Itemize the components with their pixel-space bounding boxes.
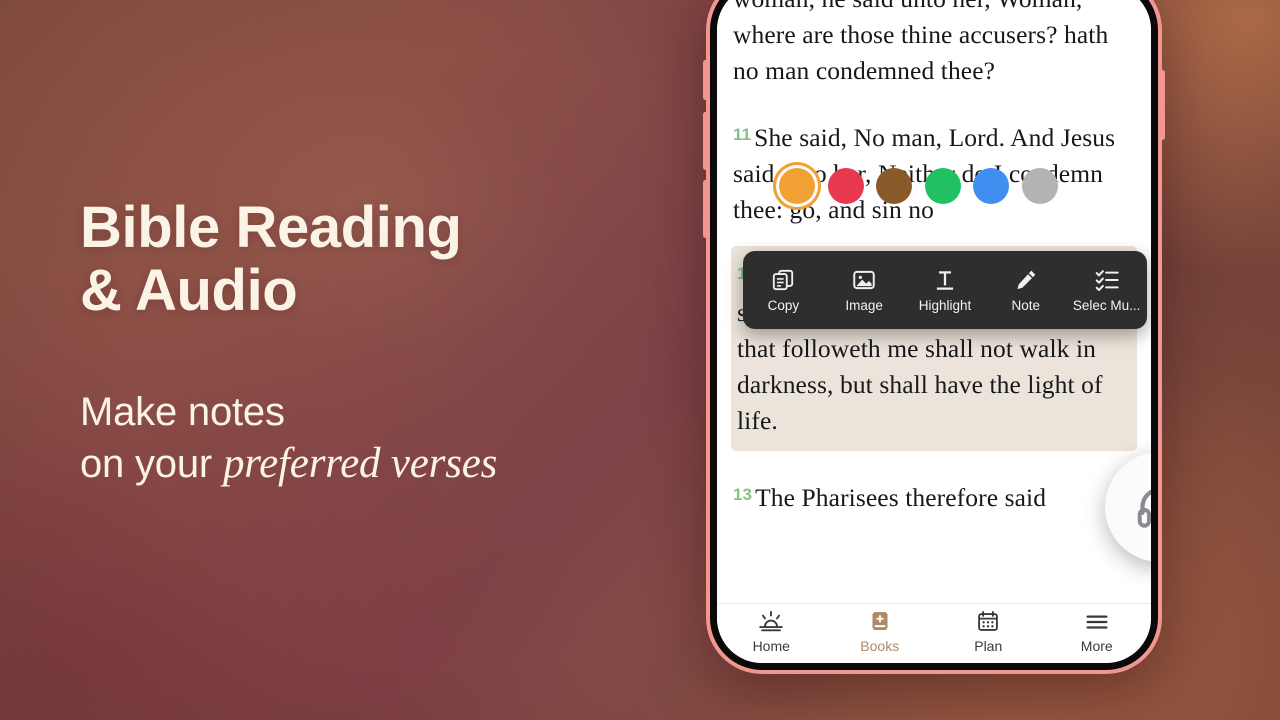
verse-text: The Pharisees therefore said (755, 483, 1047, 512)
power-button[interactable] (1160, 70, 1165, 140)
checklist-icon (1095, 270, 1119, 292)
pencil-icon (1017, 270, 1036, 290)
promo-subtitle-line1: Make notes (80, 390, 285, 435)
nav-label: Books (860, 638, 900, 654)
highlight-swatch-gray[interactable] (1021, 168, 1058, 204)
highlight-swatch-brown[interactable] (876, 168, 912, 204)
sunrise-icon (759, 610, 783, 632)
phone-mockup: woman, he said unto her, Woman, where ar… (703, 0, 1165, 674)
calendar-icon (978, 610, 999, 631)
highlight-swatch-orange[interactable] (779, 168, 815, 204)
menu-icon (1086, 615, 1108, 629)
text-highlight-icon (936, 271, 954, 290)
verse-number: 11 (733, 125, 752, 144)
highlight-swatch-green[interactable] (924, 168, 961, 204)
highlight-color-picker[interactable] (779, 168, 1058, 204)
book-plus-icon (872, 612, 888, 630)
context-action-note[interactable]: Note (985, 267, 1066, 313)
nav-label: More (1080, 638, 1113, 654)
volume-down-button[interactable] (703, 112, 708, 170)
headphones-icon (1137, 489, 1151, 528)
context-action-label: Copy (767, 298, 800, 313)
highlight-swatch-blue[interactable] (973, 168, 1009, 204)
nav-item-plan[interactable]: Plan (934, 609, 1043, 654)
context-action-highlight[interactable]: Highlight (905, 267, 986, 313)
phone-frame: woman, he said unto her, Woman, where ar… (710, 0, 1158, 670)
page-title: Bible Reading & Audio (80, 195, 462, 324)
promo-subtitle: Make notes on your preferred verses (80, 389, 680, 488)
volume-extra-button[interactable] (703, 180, 708, 238)
context-action-label: Image (845, 298, 883, 313)
promo-subtitle-line2: on your preferred verses (80, 439, 680, 488)
context-action-label: Note (1011, 298, 1041, 313)
nav-label: Plan (974, 638, 1003, 654)
nav-item-home[interactable]: Home (717, 609, 826, 654)
verse-row[interactable]: woman, he said unto her, Woman, where ar… (731, 0, 1137, 89)
verse-text: woman, he said unto her, Woman, where ar… (733, 0, 1109, 85)
selection-context-toolbar: Copy Image Highlight Note Selec Mu... (743, 251, 1147, 329)
nav-item-books[interactable]: Books (826, 609, 935, 654)
context-action-label: Highlight (918, 298, 972, 313)
context-action-label: Selec Mu... (1072, 298, 1141, 313)
phone-screen: woman, he said unto her, Woman, where ar… (717, 0, 1151, 663)
volume-up-button[interactable] (703, 60, 708, 100)
context-action-copy[interactable]: Copy (743, 267, 824, 313)
highlight-swatch-red[interactable] (827, 168, 864, 204)
promo-copy: Bible Reading & Audio Make notes on your… (80, 196, 680, 489)
promo-subtitle-emphasis: preferred verses (222, 440, 498, 488)
context-action-select-multiple[interactable]: Selec Mu... (1066, 267, 1147, 313)
context-action-image[interactable]: Image (824, 267, 905, 313)
verse-number: 13 (733, 485, 753, 504)
nav-label: Home (752, 638, 790, 654)
nav-item-more[interactable]: More (1043, 609, 1152, 654)
verse-row[interactable]: 13 The Pharisees therefore said (731, 477, 1137, 516)
copy-icon (773, 269, 794, 291)
bottom-navigation: Home Books Plan More (717, 603, 1151, 663)
image-icon (853, 270, 875, 290)
promo-subtitle-plain: on your (80, 442, 223, 487)
